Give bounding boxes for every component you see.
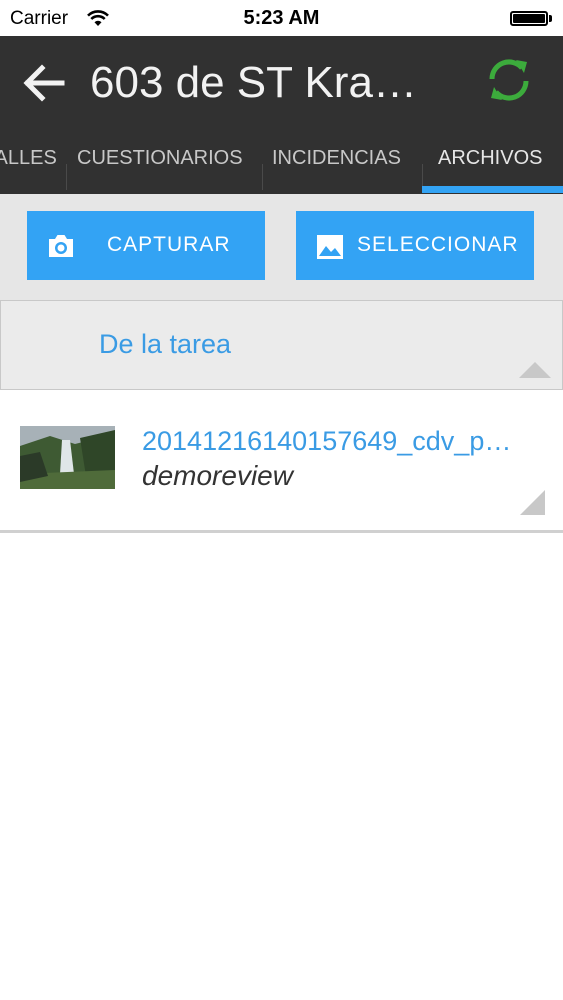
status-bar: Carrier 5:23 AM [0,0,563,36]
app-bar: 603 de ST Kramer Haufgen Plaza [0,36,563,134]
collapse-triangle-icon [519,361,551,384]
tab-archivos[interactable]: ARCHIVOS [438,134,542,194]
battery-tip [549,15,552,22]
sync-icon [489,59,529,101]
image-icon [316,233,344,267]
tab-incidencias[interactable]: INCIDENCIAS [272,134,401,194]
tab-detalles[interactable]: DETALLES [0,134,57,194]
page-title: 603 de ST Kramer Haufgen Plaza [90,58,445,107]
tab-bar: DETALLES CUESTIONARIOS INCIDENCIAS ARCHI… [0,134,563,194]
back-button[interactable] [18,56,72,110]
list-item[interactable]: 20141216140157649_cdv_photo.jpg demorevi… [0,390,563,531]
arrow-left-icon [23,64,65,102]
sync-button[interactable] [482,52,536,108]
row-divider [0,530,563,533]
action-bar: CAPTURAR SELECCIONAR [0,194,563,300]
camera-icon [46,233,76,265]
row-corner-icon [520,490,546,521]
section-title: De la tarea [99,329,232,359]
tab-divider [66,164,67,190]
active-tab-indicator [422,186,563,193]
file-name[interactable]: 20141216140157649_cdv_photo.jpg [142,426,522,457]
select-button-label: SELECCIONAR [357,233,519,256]
select-button[interactable]: SELECCIONAR [296,211,534,280]
file-thumbnail [20,426,115,489]
clock: 5:23 AM [243,7,320,29]
tab-divider [262,164,263,190]
capture-button-label: CAPTURAR [107,233,231,256]
tab-cuestionarios[interactable]: CUESTIONARIOS [77,134,243,194]
battery-icon [510,11,548,26]
capture-button[interactable]: CAPTURAR [27,211,265,280]
section-header[interactable]: De la tarea [0,300,563,390]
file-subtitle: demoreview [142,460,293,491]
